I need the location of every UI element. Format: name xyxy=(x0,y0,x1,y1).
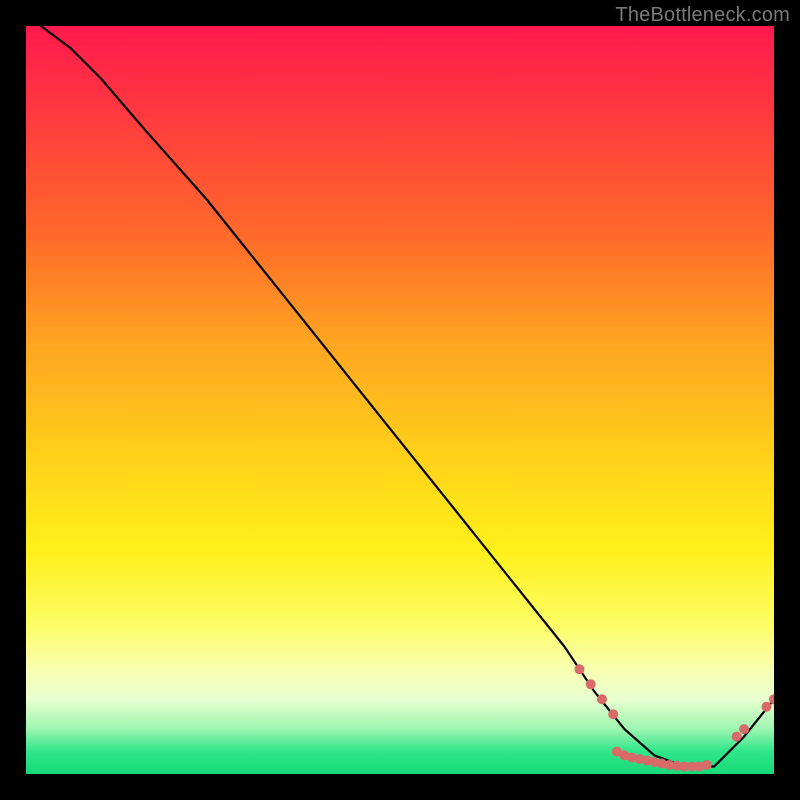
data-point xyxy=(597,694,607,704)
data-point xyxy=(769,694,774,704)
curve-markers xyxy=(575,664,775,771)
curve-line xyxy=(41,26,774,767)
data-point xyxy=(702,760,712,770)
plot-area xyxy=(26,26,774,774)
data-point xyxy=(762,702,772,712)
chart-overlay xyxy=(26,26,774,774)
chart-stage: TheBottleneck.com xyxy=(0,0,800,800)
data-point xyxy=(739,724,749,734)
data-point xyxy=(575,664,585,674)
data-point xyxy=(586,679,596,689)
data-point xyxy=(608,709,618,719)
data-point xyxy=(732,732,742,742)
watermark-text: TheBottleneck.com xyxy=(615,4,790,27)
